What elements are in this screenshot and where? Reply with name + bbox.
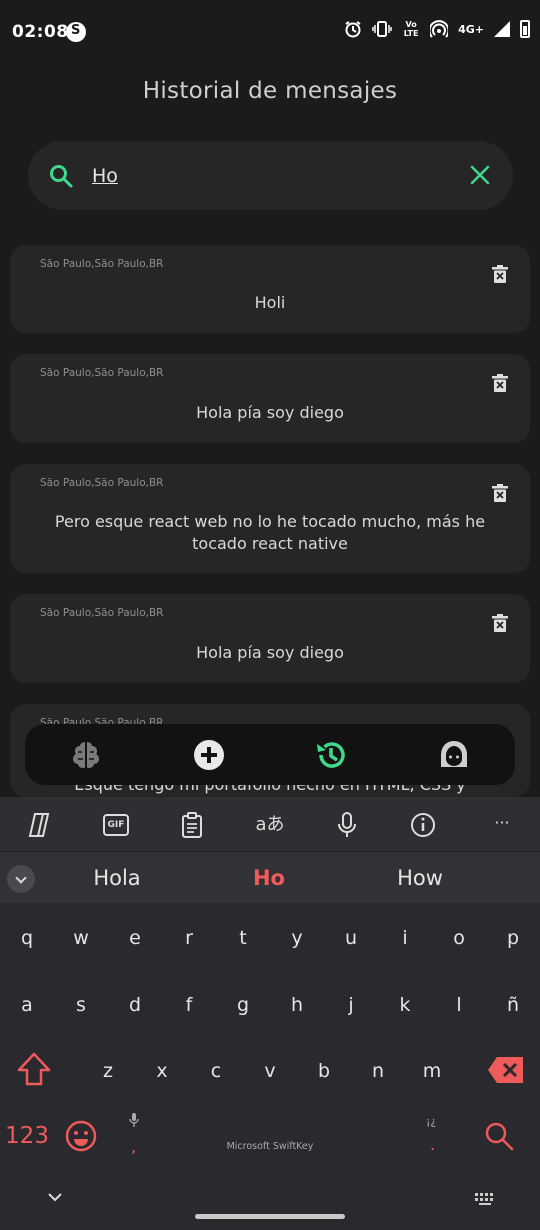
key[interactable]: m	[409, 1048, 455, 1094]
message-card[interactable]: São Paulo,São Paulo,BR Pero esque react …	[10, 464, 530, 573]
gesture-bar[interactable]	[195, 1214, 345, 1219]
clipboard-icon[interactable]	[178, 811, 206, 839]
battery-icon	[520, 20, 530, 38]
suggestion[interactable]: How	[360, 866, 480, 890]
copilot-icon[interactable]	[25, 811, 53, 839]
key[interactable]: d	[112, 982, 158, 1028]
message-location: São Paulo,São Paulo,BR	[40, 367, 164, 379]
numbers-key[interactable]: 123	[4, 1113, 50, 1159]
gif-icon[interactable]: GIF	[103, 814, 129, 836]
close-icon[interactable]	[469, 164, 491, 186]
key[interactable]: c	[193, 1048, 239, 1094]
key[interactable]: s	[58, 982, 104, 1028]
key[interactable]: p	[490, 915, 536, 961]
key[interactable]: x	[139, 1048, 185, 1094]
hotspot-icon	[430, 20, 449, 38]
key[interactable]: o	[436, 915, 482, 961]
search-bar[interactable]	[28, 141, 513, 210]
key[interactable]: g	[220, 982, 266, 1028]
message-location: São Paulo,São Paulo,BR	[40, 607, 164, 619]
chevron-down-icon[interactable]	[48, 1193, 62, 1203]
keyboard-brand: Microsoft SwiftKey	[226, 1141, 314, 1152]
key[interactable]: b	[301, 1048, 347, 1094]
key[interactable]: r	[166, 915, 212, 961]
key[interactable]: j	[328, 982, 374, 1028]
trash-icon[interactable]	[492, 614, 508, 632]
keyboard: GIF aあ ··· Hola Ho How q w e r t y u i o…	[0, 797, 540, 1230]
info-icon[interactable]	[409, 811, 437, 839]
status-bar: 02:08 Vo LTE 4G+	[0, 0, 540, 64]
message-card[interactable]: São Paulo,São Paulo,BR Hola pía soy dieg…	[10, 594, 530, 683]
suggestion[interactable]: Hola	[57, 866, 177, 890]
key[interactable]: h	[274, 982, 320, 1028]
message-text: Holi	[254, 293, 286, 312]
key[interactable]: n	[355, 1048, 401, 1094]
key[interactable]: l	[436, 982, 482, 1028]
translate-icon[interactable]: aあ	[255, 811, 285, 839]
bottom-nav	[25, 724, 515, 785]
keyboard-switch-icon[interactable]	[474, 1192, 496, 1206]
search-icon[interactable]	[484, 1121, 514, 1151]
key[interactable]: k	[382, 982, 428, 1028]
history-icon[interactable]	[314, 738, 348, 772]
suggestion-selected[interactable]: Ho	[209, 866, 329, 890]
message-card[interactable]: São Paulo,São Paulo,BR Hola pía soy dieg…	[10, 354, 530, 443]
key[interactable]: f	[166, 982, 212, 1028]
key[interactable]: w	[58, 915, 104, 961]
status-icons: Vo LTE 4G+	[344, 20, 530, 38]
brain-icon[interactable]	[69, 738, 103, 772]
chevron-down-icon[interactable]	[7, 865, 35, 893]
key[interactable]: ñ	[490, 982, 536, 1028]
message-text: Hola pía soy diego	[196, 403, 344, 422]
trash-icon[interactable]	[492, 484, 508, 502]
trash-icon[interactable]	[492, 265, 508, 283]
key[interactable]: i	[382, 915, 428, 961]
shazam-icon	[66, 22, 86, 42]
search-icon	[50, 165, 73, 188]
key[interactable]: a	[4, 982, 50, 1028]
message-location: São Paulo,São Paulo,BR	[40, 477, 164, 489]
suggestion-bar: Hola Ho How	[0, 851, 540, 903]
punctuation-hint: ¡¿	[426, 1115, 437, 1128]
girl-avatar-icon[interactable]	[437, 738, 471, 772]
shift-icon[interactable]	[12, 1048, 56, 1092]
key[interactable]: e	[112, 915, 158, 961]
volte-icon: Vo LTE	[403, 20, 419, 38]
status-time: 02:08	[12, 22, 69, 42]
alarm-icon	[345, 21, 361, 38]
key[interactable]: q	[4, 915, 50, 961]
message-text: Hola pía soy diego	[196, 643, 344, 662]
trash-icon[interactable]	[492, 374, 508, 392]
key[interactable]: y	[274, 915, 320, 961]
period-key[interactable]: .	[430, 1135, 435, 1154]
key[interactable]: u	[328, 915, 374, 961]
more-icon[interactable]: ···	[488, 811, 516, 839]
message-location: São Paulo,São Paulo,BR	[40, 258, 164, 270]
message-text: Pero esque react web no lo he tocado muc…	[54, 512, 486, 553]
search-input[interactable]	[92, 161, 442, 191]
key[interactable]: t	[220, 915, 266, 961]
key[interactable]: v	[247, 1048, 293, 1094]
message-card[interactable]: São Paulo,São Paulo,BR Holi	[10, 245, 530, 333]
keyboard-toolbar: GIF aあ ···	[0, 797, 540, 851]
network-type: 4G+	[458, 22, 484, 36]
vibrate-icon	[372, 21, 392, 37]
mic-hint-icon	[129, 1113, 139, 1127]
backspace-icon[interactable]	[486, 1053, 526, 1087]
key[interactable]: z	[85, 1048, 131, 1094]
microphone-icon[interactable]	[333, 811, 361, 839]
page-title: Historial de mensajes	[142, 78, 398, 104]
add-circle-icon[interactable]	[192, 738, 226, 772]
signal-icon	[494, 21, 510, 37]
